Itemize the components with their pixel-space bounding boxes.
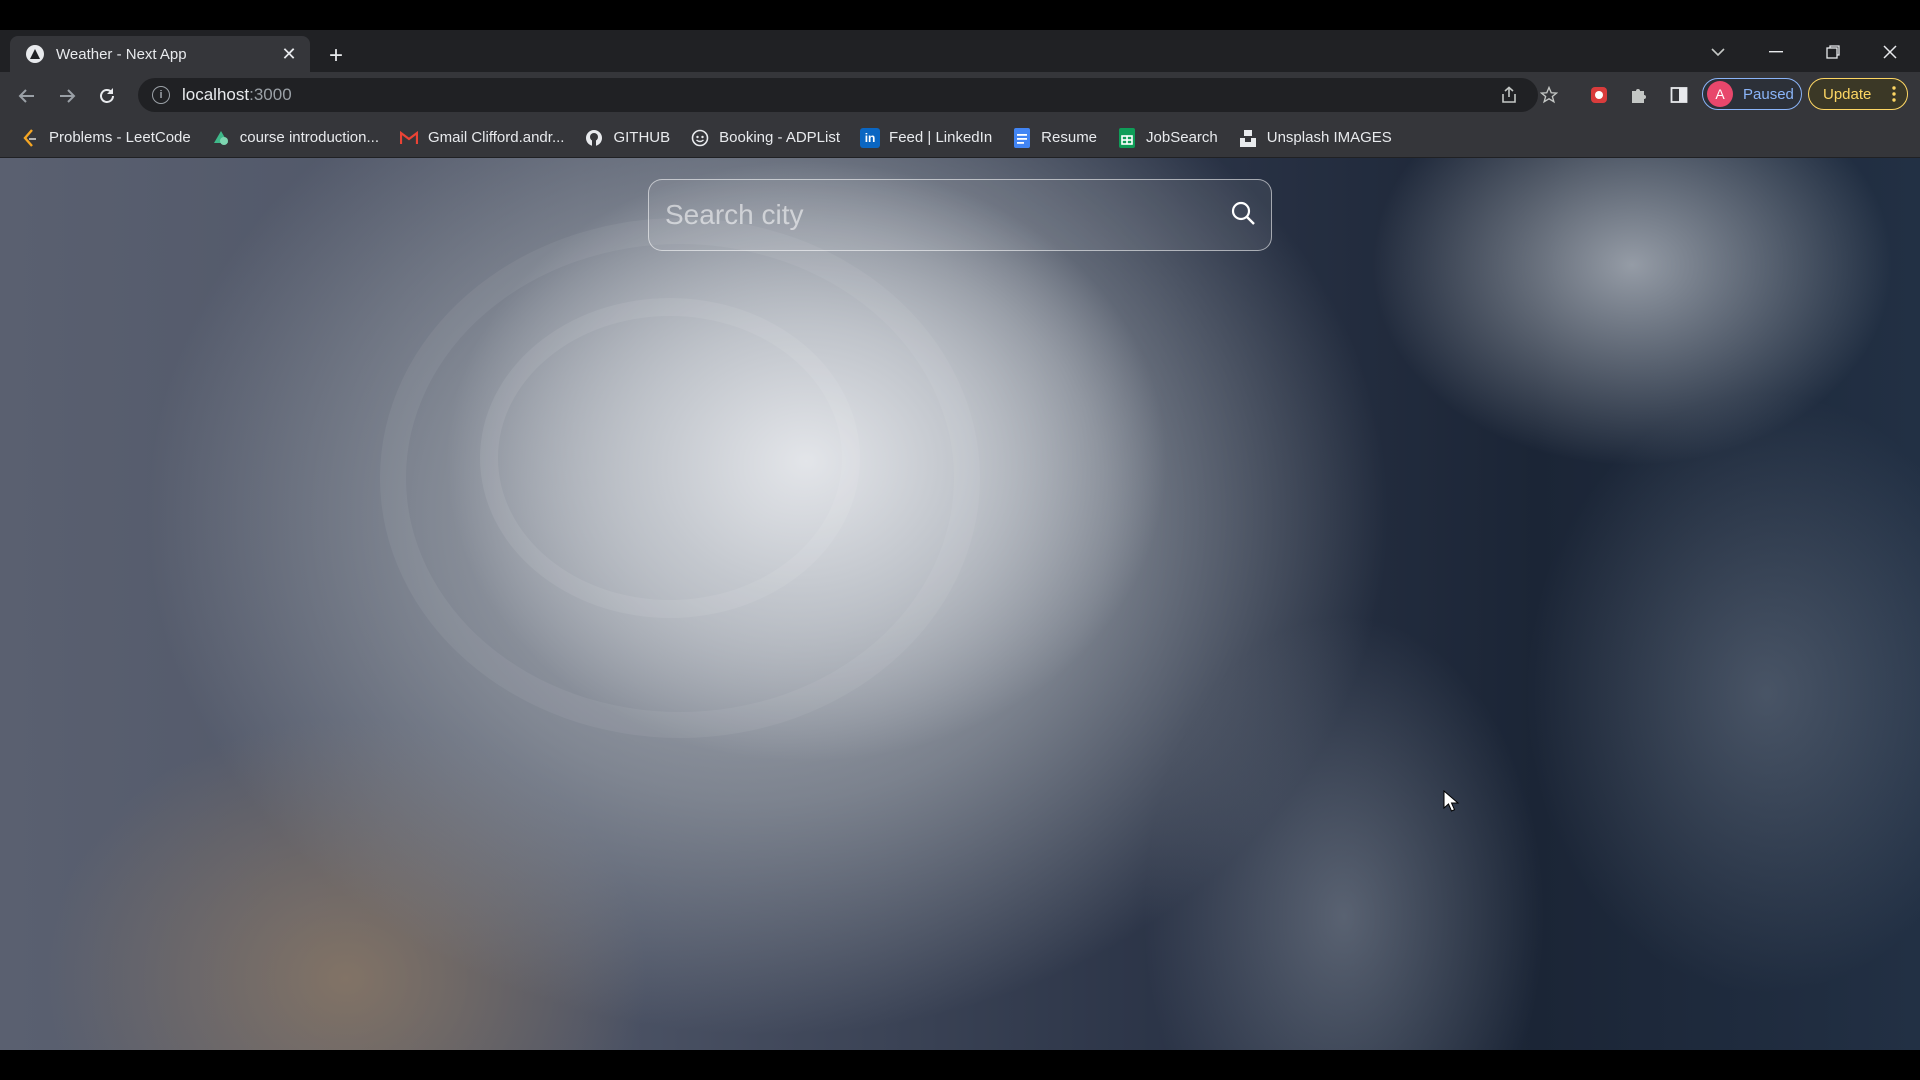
new-tab-button[interactable]: + bbox=[322, 42, 350, 70]
bookmark-unsplash[interactable]: Unsplash IMAGES bbox=[1238, 128, 1392, 148]
bookmark-linkedin[interactable]: in Feed | LinkedIn bbox=[860, 127, 992, 148]
address-host: localhost bbox=[182, 85, 250, 104]
maximize-button[interactable] bbox=[1815, 38, 1851, 66]
linkedin-icon: in bbox=[860, 127, 881, 148]
site-info-icon[interactable]: i bbox=[152, 86, 170, 104]
sheets-icon bbox=[1117, 127, 1137, 148]
close-window-button[interactable] bbox=[1872, 38, 1908, 66]
profile-button[interactable]: A Paused bbox=[1702, 78, 1802, 110]
extensions-puzzle-icon[interactable] bbox=[1624, 80, 1654, 110]
address-bar[interactable]: i localhost:3000 bbox=[138, 78, 1538, 112]
address-port: :3000 bbox=[249, 85, 292, 104]
search-icon bbox=[1230, 200, 1256, 231]
menu-dots-icon[interactable] bbox=[1891, 85, 1897, 103]
browser-window: Weather - Next App ✕ + i localhost:3000 bbox=[0, 0, 1920, 1080]
reload-button[interactable] bbox=[92, 81, 122, 111]
nextjs-favicon-icon bbox=[26, 45, 44, 63]
bookmark-gmail[interactable]: Gmail Clifford.andr... bbox=[399, 128, 564, 148]
share-icon[interactable] bbox=[1494, 80, 1524, 110]
bookmark-course[interactable]: course introduction... bbox=[211, 128, 379, 148]
profile-status: Paused bbox=[1743, 85, 1794, 103]
minimize-button[interactable] bbox=[1758, 38, 1794, 66]
search-button[interactable] bbox=[1215, 187, 1271, 243]
tab-strip: Weather - Next App ✕ + bbox=[0, 30, 1920, 72]
update-button[interactable]: Update bbox=[1808, 78, 1908, 110]
github-icon bbox=[584, 128, 604, 148]
gmail-icon bbox=[399, 128, 419, 148]
unsplash-icon bbox=[1238, 128, 1258, 148]
docs-icon bbox=[1012, 127, 1032, 148]
top-letterbox bbox=[0, 0, 1920, 30]
leetcode-icon bbox=[20, 128, 40, 148]
bottom-letterbox bbox=[0, 1050, 1920, 1080]
cloud-swirl-decoration-outer bbox=[380, 218, 980, 738]
tab-search-icon[interactable] bbox=[1700, 38, 1736, 66]
tab-close-icon[interactable]: ✕ bbox=[278, 43, 300, 65]
tab-title: Weather - Next App bbox=[56, 45, 187, 63]
avatar: A bbox=[1707, 81, 1733, 107]
bookmark-github[interactable]: GITHUB bbox=[584, 128, 670, 148]
course-icon bbox=[211, 128, 231, 148]
bookmark-jobsearch[interactable]: JobSearch bbox=[1117, 127, 1218, 148]
browser-toolbar: i localhost:3000 A Paused Update bbox=[0, 72, 1920, 118]
weather-app-background bbox=[0, 158, 1920, 1050]
tab-weather[interactable]: Weather - Next App ✕ bbox=[10, 36, 310, 72]
adplist-icon bbox=[690, 128, 710, 148]
city-search-input[interactable] bbox=[663, 198, 1215, 232]
update-label: Update bbox=[1823, 85, 1872, 103]
bookmark-star-icon[interactable] bbox=[1534, 80, 1564, 110]
forward-button[interactable] bbox=[52, 81, 82, 111]
city-search-box bbox=[648, 179, 1272, 251]
bookmark-resume[interactable]: Resume bbox=[1012, 127, 1097, 148]
bookmarks-bar: Problems - LeetCode course introduction.… bbox=[0, 118, 1920, 158]
bookmark-leetcode[interactable]: Problems - LeetCode bbox=[20, 128, 191, 148]
back-button[interactable] bbox=[12, 81, 42, 111]
extension-red-icon[interactable] bbox=[1584, 80, 1614, 110]
mouse-pointer-icon bbox=[1443, 789, 1460, 817]
side-panel-icon[interactable] bbox=[1664, 80, 1694, 110]
bookmark-adplist[interactable]: Booking - ADPList bbox=[690, 128, 840, 148]
